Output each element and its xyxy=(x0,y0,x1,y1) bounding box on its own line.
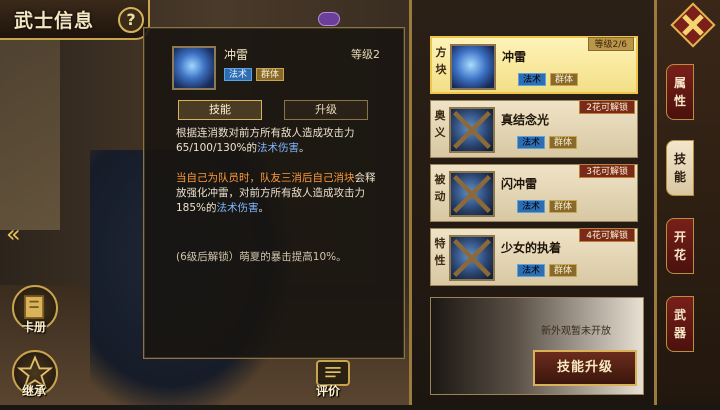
skill-type-label: 被动 xyxy=(434,173,446,203)
skill-type-label: 特性 xyxy=(434,237,446,267)
tab-bloom[interactable]: 开花 xyxy=(666,218,694,274)
tag-group: 群体 xyxy=(549,200,578,213)
evaluate-label: 评价 xyxy=(316,384,341,398)
skill-card-name: 少女的执着 xyxy=(501,241,562,255)
skill-card-name: 闪冲雷 xyxy=(501,177,538,191)
skill-type-label: 奥义 xyxy=(434,109,446,139)
tab-upgrade[interactable]: 升级 xyxy=(284,100,368,120)
skill-card-name: 真结念光 xyxy=(501,113,550,127)
inherit-label: 继承 xyxy=(22,384,47,398)
tab-skill[interactable]: 技能 xyxy=(178,100,262,120)
locked-skill-icon xyxy=(449,171,495,217)
skill-upgrade-button[interactable]: 技能升级 xyxy=(533,350,637,386)
back-arrow-icon[interactable]: « xyxy=(6,220,21,248)
tab-attributes[interactable]: 属性 xyxy=(666,64,694,120)
tab-label: 技能 xyxy=(673,152,686,184)
locked-cross-icon xyxy=(453,175,491,213)
tab-label: 属性 xyxy=(673,76,686,108)
skill-level-badge: 等级2/6 xyxy=(587,37,634,51)
title-bar: 武士信息 ? xyxy=(0,0,150,40)
skill-card-passive[interactable]: 被动 闪冲雷 3花可解锁 法术 群体 xyxy=(430,164,638,222)
comment-icon xyxy=(325,367,341,378)
close-icon[interactable] xyxy=(670,2,716,48)
skill-name: 冲雷 xyxy=(224,48,249,62)
page-title: 武士信息 xyxy=(14,10,95,32)
background-lantern xyxy=(0,40,60,230)
unlock-badge: 2花可解锁 xyxy=(579,100,635,114)
skill-level: 等级2 xyxy=(351,48,380,61)
tag-magic: 法术 xyxy=(224,68,253,81)
lightning-skill-icon xyxy=(450,44,496,90)
tag-magic: 法术 xyxy=(517,264,546,277)
outfit-locked-text: 新外观暂未开放 xyxy=(541,326,611,337)
skill-list-panel: 方块 冲雷 等级2/6 法术 群体 奥义 真结念光 2花可解锁 法术 群体 被动… xyxy=(409,0,657,405)
locked-skill-icon xyxy=(449,107,495,153)
locked-cross-icon xyxy=(453,111,491,149)
skill-description-1: 根据连消数对前方所有敌人造成攻击力65/100/130%的法术伤害。 xyxy=(176,127,355,154)
skill-description-2: 当自己为队员时，队友三消后自己消块会释放强化冲雷，对前方所有敌人造成攻击力185… xyxy=(176,172,376,214)
unlock-badge: 4花可解锁 xyxy=(579,228,635,242)
skill-detail-panel: 冲雷 等级2 法术 群体 技能 升级 根据连消数对前方所有敌人造成攻击力65/1… xyxy=(143,27,405,359)
tab-label: 武器 xyxy=(673,308,686,340)
tag-magic: 法术 xyxy=(517,200,546,213)
tag-magic: 法术 xyxy=(517,136,546,149)
skill-type-label: 方块 xyxy=(435,46,447,76)
skill-description-3: (6级后解锁）萌夏的暴击提高10%。 xyxy=(176,251,347,263)
tab-weapon[interactable]: 武器 xyxy=(666,296,694,352)
lightning-skill-icon xyxy=(172,46,216,90)
skill-card-name: 冲雷 xyxy=(502,50,527,64)
outfit-card: 新外观暂未开放 技能升级 xyxy=(430,297,644,395)
tag-group: 群体 xyxy=(256,68,285,81)
tag-magic: 法术 xyxy=(518,73,547,86)
tab-label: 开花 xyxy=(673,230,686,262)
skill-card-trait[interactable]: 特性 少女的执着 4花可解锁 法术 群体 xyxy=(430,228,638,286)
tag-group: 群体 xyxy=(550,73,579,86)
locked-cross-icon xyxy=(453,239,491,277)
album-label: 卡册 xyxy=(22,320,47,334)
locked-skill-icon xyxy=(449,235,495,281)
help-button[interactable]: ? xyxy=(118,7,144,33)
skill-card-ultimate[interactable]: 奥义 真结念光 2花可解锁 法术 群体 xyxy=(430,100,638,158)
skill-card-block[interactable]: 方块 冲雷 等级2/6 法术 群体 xyxy=(430,36,638,94)
tag-group: 群体 xyxy=(549,136,578,149)
unlock-badge: 3花可解锁 xyxy=(579,164,635,178)
tag-group: 群体 xyxy=(549,264,578,277)
tab-skills[interactable]: 技能 xyxy=(666,140,694,196)
top-badge-icon[interactable] xyxy=(318,12,340,26)
